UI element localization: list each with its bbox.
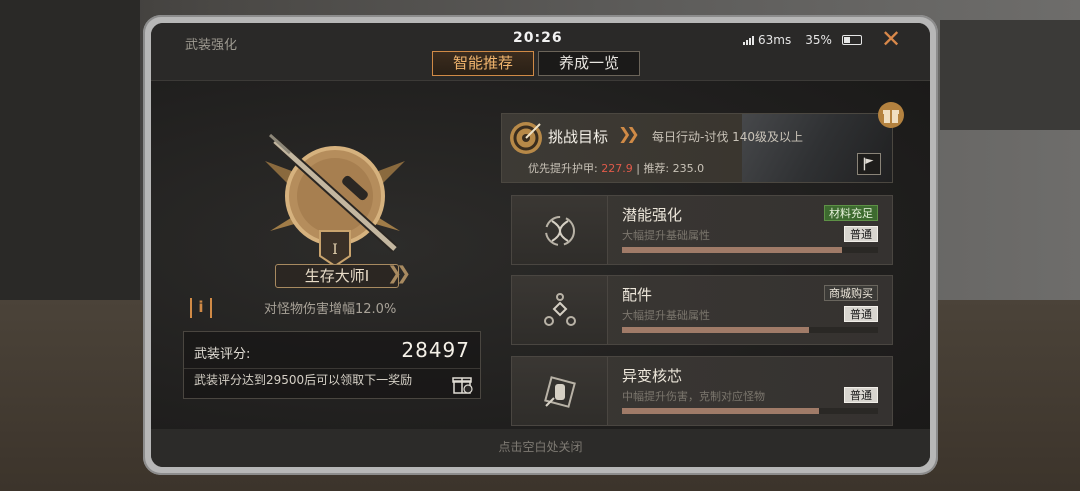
score-panel: 武装评分: 28497 武装评分达到29500后可以领取下一奖励 [183,331,481,399]
double-chevron-icon: ❯❯ [618,124,640,143]
grade-badge: 普通 [844,306,878,322]
rank-name[interactable]: 生存大师Ⅰ [275,264,399,288]
card-subtitle: 中幅提升伤害，克制对应怪物 [622,390,765,403]
grade-badge: 普通 [844,387,878,403]
upgrade-card-potential[interactable]: 潜能强化 大幅提升基础属性 材料充足 普通 [511,195,893,265]
emblem-numeral: Ⅰ [332,242,338,258]
card-title: 潜能强化 [622,206,683,224]
battery-value: 35% [805,33,832,47]
flag-button[interactable] [857,153,881,175]
challenge-task: 每日行动-讨伐 140级及以上 [652,130,804,144]
chevron-right-icon: ❯❯ [387,263,411,284]
info-icon[interactable]: i [190,298,212,318]
signal-icon [743,35,754,45]
divider [184,368,480,369]
tab-overview[interactable]: 养成一览 [538,51,640,76]
background-railing [940,20,1080,130]
gift-icon[interactable] [878,102,904,128]
core-icon [544,376,576,408]
recommend-value: 235.0 [672,162,705,175]
card-title: 异变核芯 [622,367,683,385]
progress-bar [622,327,878,333]
priority-label: 优先提升护甲: [528,162,598,175]
battery-icon [841,35,862,45]
challenge-stats: 优先提升护甲: 227.9 | 推荐: 235.0 [528,160,704,176]
card-subtitle: 大幅提升基础属性 [622,229,710,242]
gift-reward-icon[interactable] [452,373,474,395]
card-title: 配件 [622,286,653,304]
progress-bar [622,408,878,414]
score-label: 武装评分: [194,347,251,362]
background-wall [0,0,140,300]
top-bar: 武装强化 20:26 63ms 35% ✕ 智能推荐 养成一览 [151,23,930,81]
card-icon-frame [512,196,608,264]
dna-icon [545,216,575,246]
card-icon-frame [512,276,608,344]
page-title: 武装强化 [185,38,238,53]
stats-separator: | [636,162,640,175]
close-button[interactable]: ✕ [879,27,903,51]
card-icon-frame [512,357,608,425]
status-badge: 材料充足 [824,205,878,221]
grade-badge: 普通 [844,226,878,242]
tab-bar: 智能推荐 养成一览 [432,51,640,76]
score-value: 28497 [401,338,470,362]
target-icon [510,122,542,154]
score-reward-note: 武装评分达到29500后可以领取下一奖励 [194,373,413,387]
upgrade-card-core[interactable]: 异变核芯 中幅提升伤害，克制对应怪物 普通 [511,356,893,426]
tablet-device: 武装强化 20:26 63ms 35% ✕ 智能推荐 养成一览 Ⅰ 生存大师Ⅰ … [143,15,938,475]
flag-icon [863,157,874,171]
tab-smart-recommend[interactable]: 智能推荐 [432,51,534,76]
close-hint[interactable]: 点击空白处关闭 [151,429,930,467]
progress-bar [622,247,878,253]
challenge-banner[interactable]: 挑战目标 ❯❯ 每日行动-讨伐 140级及以上 优先提升护甲: 227.9 | … [501,113,893,183]
upgrade-card-attachments[interactable]: 配件 大幅提升基础属性 商城购买 普通 [511,275,893,345]
armor-value: 227.9 [601,162,633,175]
recommend-label: 推荐: [643,162,670,175]
clock: 20:26 [513,30,563,46]
status-bar: 63ms 35% [743,33,862,47]
tablet-screen: 武装强化 20:26 63ms 35% ✕ 智能推荐 养成一览 Ⅰ 生存大师Ⅰ … [151,23,930,467]
card-subtitle: 大幅提升基础属性 [622,309,710,322]
rank-emblem-icon: Ⅰ [265,133,405,268]
attachment-icon [544,293,576,326]
status-badge: 商城购买 [824,285,878,301]
ping-value: 63ms [758,33,792,47]
progress-fill [622,408,820,414]
progress-fill [622,247,843,253]
progress-fill [622,327,809,333]
rank-bonus-text: 对怪物伤害增幅12.0% [264,302,397,317]
challenge-title: 挑战目标 [548,128,609,146]
